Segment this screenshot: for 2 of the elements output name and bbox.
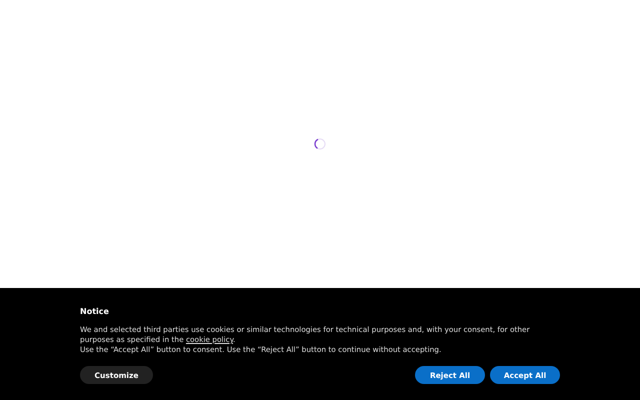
notice-title: Notice [80,307,110,316]
loading-spinner-icon [314,138,326,150]
